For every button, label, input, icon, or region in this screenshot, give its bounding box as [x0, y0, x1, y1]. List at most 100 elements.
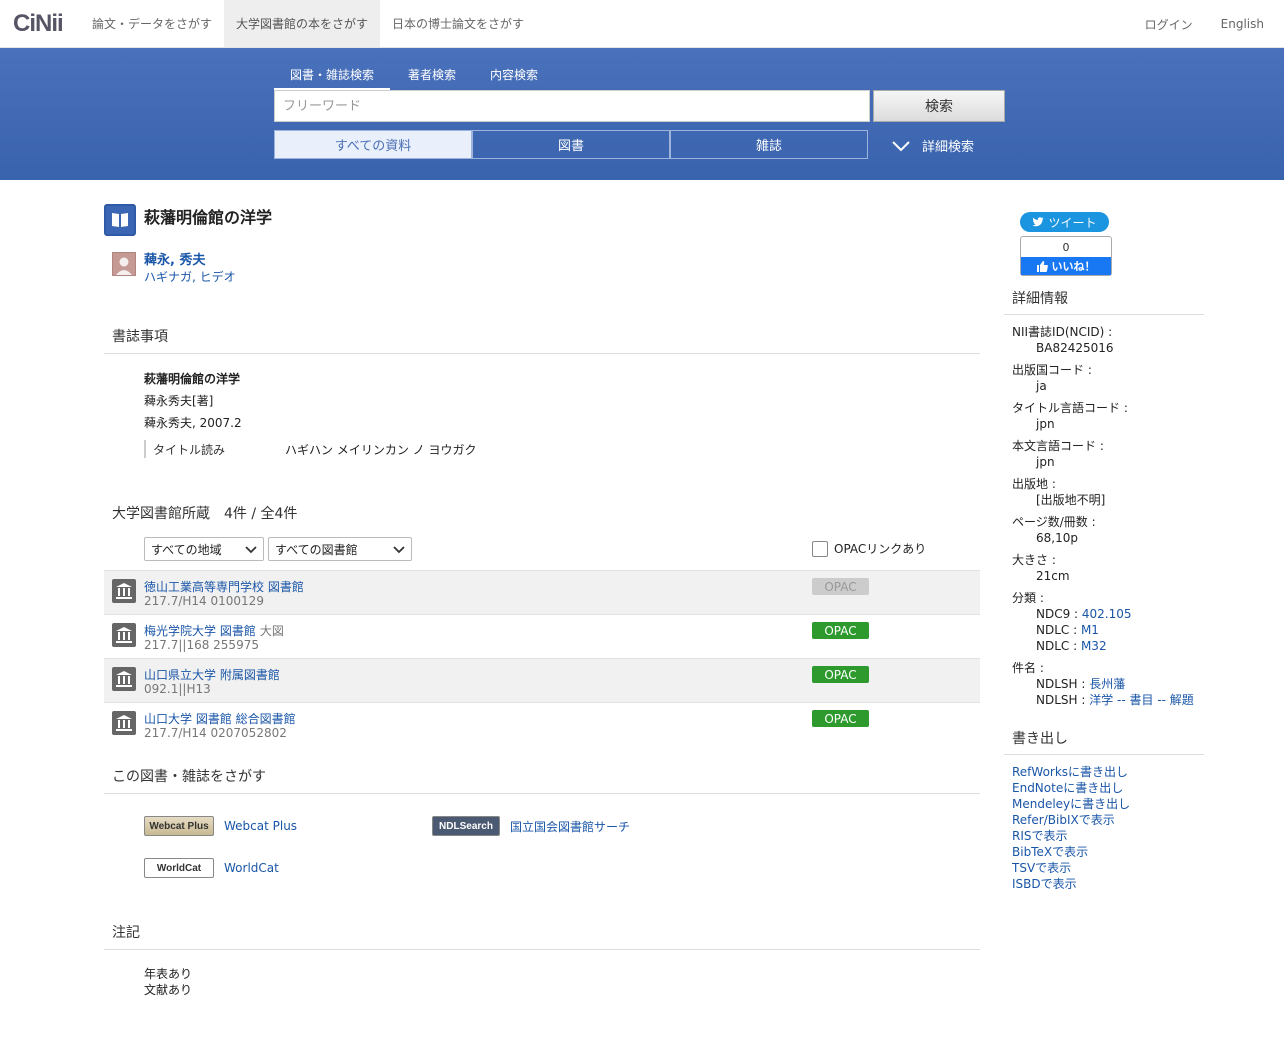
webcat-link[interactable]: Webcat Plus [224, 819, 297, 833]
login-link[interactable]: ログイン [1145, 16, 1193, 33]
title-reading: タイトル読み ハギハン メイリンカン ノ ヨウガク [144, 440, 476, 458]
tab-content-search[interactable]: 内容検索 [474, 64, 554, 91]
biblio-responsibility: 薭永秀夫[著] [144, 394, 214, 408]
search-input[interactable] [274, 90, 870, 122]
subject-term-link[interactable]: 洋学 -- 書目 -- 解題 [1089, 693, 1194, 707]
nav-tab-books[interactable]: 大学図書館の本をさがす [224, 0, 381, 47]
detail-label: ページ数/冊数 : [1012, 515, 1096, 529]
classification-code-link[interactable]: M1 [1081, 623, 1099, 637]
detail-value: jpn [1036, 417, 1055, 431]
detail-label: 出版国コード : [1012, 363, 1092, 377]
biblio-title: 萩藩明倫館の洋学 [144, 372, 241, 386]
library-name-link[interactable]: 徳山工業高等専門学校 図書館 [144, 580, 304, 594]
findit-heading: この図書・雑誌をさがす [104, 766, 980, 794]
export-heading: 書き出し [1004, 728, 1204, 755]
facebook-like-box[interactable]: 0 いいね！ [1020, 236, 1112, 276]
call-number: 217.7/H14 0207052802 [144, 726, 287, 740]
opac-filter[interactable]: OPACリンクあり [812, 540, 926, 557]
detail-label: NII書誌ID(NCID) : [1012, 325, 1113, 339]
library-branch: 大図 [259, 624, 284, 638]
library-icon [112, 711, 136, 735]
notes: 年表あり 文献あり [144, 966, 192, 998]
nav-tab-dissertations[interactable]: 日本の博士論文をさがす [380, 0, 536, 47]
library-name-link[interactable]: 梅光学院大学 図書館 [144, 624, 256, 638]
opac-button: OPAC [812, 578, 869, 595]
detail-value: ja [1036, 379, 1047, 393]
classification-code-link[interactable]: 402.105 [1082, 607, 1132, 621]
export-link[interactable]: RefWorksに書き出し [1012, 764, 1130, 780]
search-band: 図書・雑誌検索 著者検索 内容検索 検索 すべての資料 図書 雑誌 詳細検索 [0, 48, 1284, 180]
library-name-link[interactable]: 山口県立大学 附属図書館 [144, 668, 280, 682]
author: 薭永, 秀夫 ハギナガ, ヒデオ [112, 252, 236, 285]
nav-tab-articles[interactable]: 論文・データをさがす [80, 0, 224, 47]
call-number: 217.7/H14 0100129 [144, 594, 264, 608]
advanced-search-label: 詳細検索 [922, 140, 975, 155]
export-links: RefWorksに書き出し EndNoteに書き出し Mendeleyに書き出し Re… [1012, 764, 1130, 892]
like-button[interactable]: いいね！ [1021, 257, 1111, 275]
details-list: NII書誌ID(NCID) : BA82425016 出版国コード : ja タイトル言… [1012, 324, 1194, 714]
classification-scheme: NDLC : [1036, 623, 1081, 637]
library-icon [112, 667, 136, 691]
note-line: 年表あり [144, 967, 193, 981]
export-link[interactable]: BibTeXで表示 [1012, 844, 1130, 860]
search-button[interactable]: 検索 [873, 90, 1005, 122]
export-link[interactable]: EndNoteに書き出し [1012, 780, 1130, 796]
ndl-logo: NDLSearch [432, 816, 500, 836]
tab-author-search[interactable]: 著者検索 [392, 64, 472, 91]
holding-row: 山口県立大学 附属図書館 092.1||H13 OPAC [104, 658, 980, 702]
detail-value: 68,10p [1036, 531, 1078, 545]
chevron-down-icon [393, 546, 405, 554]
advanced-search-toggle[interactable]: 詳細検索 [892, 136, 974, 155]
thumbs-up-icon [1036, 260, 1048, 272]
notes-heading: 注記 [104, 922, 980, 950]
search-tabs: 図書・雑誌検索 著者検索 内容検索 [274, 64, 556, 91]
library-name-link[interactable]: 山口大学 図書館 総合図書館 [144, 712, 296, 726]
webcat-logo: Webcat Plus [144, 816, 214, 836]
person-icon [112, 252, 136, 276]
worldcat-link[interactable]: WorldCat [224, 861, 279, 875]
holdings-heading: 大学図書館所蔵 4件 / 全4件 [112, 506, 298, 522]
detail-label: タイトル言語コード : [1012, 401, 1128, 415]
library-icon [112, 623, 136, 647]
filter-journals[interactable]: 雑誌 [670, 130, 868, 159]
tweet-button[interactable]: ツイート [1020, 212, 1109, 232]
export-link[interactable]: TSVで表示 [1012, 860, 1130, 876]
detail-label: 本文言語コード : [1012, 439, 1104, 453]
detail-label: 大きさ : [1012, 553, 1056, 567]
biblio-heading: 書誌事項 [104, 326, 980, 354]
export-link[interactable]: ISBDで表示 [1012, 876, 1130, 892]
worldcat-logo: WorldCat [144, 858, 214, 878]
library-select[interactable]: すべての図書館 [268, 537, 412, 561]
top-nav: CiNii 論文・データをさがす 大学図書館の本をさがす 日本の博士論文をさがす… [0, 0, 1284, 48]
filter-books[interactable]: 図書 [472, 130, 670, 159]
filter-all[interactable]: すべての資料 [274, 130, 472, 159]
worldcat-link-item[interactable]: WorldCat WorldCat [144, 858, 279, 878]
tab-book-journal-search[interactable]: 図書・雑誌検索 [274, 64, 391, 91]
holding-row: 梅光学院大学 図書館 大図 217.7||168 255975 OPAC [104, 614, 980, 658]
export-link[interactable]: Refer/BibIXで表示 [1012, 812, 1130, 828]
english-link[interactable]: English [1221, 17, 1264, 31]
like-count: 0 [1062, 240, 1070, 254]
ndl-link[interactable]: 国立国会図書館サーチ [510, 818, 630, 835]
classification-scheme: NDLC : [1036, 639, 1081, 653]
opac-checkbox-label: OPACリンクあり [834, 542, 927, 556]
author-kana-link[interactable]: ハギナガ, ヒデオ [144, 269, 236, 285]
export-link[interactable]: RISで表示 [1012, 828, 1130, 844]
holdings-list: 徳山工業高等専門学校 図書館 217.7/H14 0100129 OPAC 梅光学院大… [104, 570, 980, 746]
classification-code-link[interactable]: M32 [1081, 639, 1107, 653]
opac-button[interactable]: OPAC [812, 710, 869, 727]
subject-scheme: NDLSH : [1036, 693, 1090, 707]
holding-row: 山口大学 図書館 総合図書館 217.7/H14 0207052802 OPAC [104, 702, 980, 746]
ndl-link-item[interactable]: NDLSearch 国立国会図書館サーチ [432, 816, 630, 836]
webcat-link-item[interactable]: Webcat Plus Webcat Plus [144, 816, 297, 836]
opac-button[interactable]: OPAC [812, 666, 869, 683]
subject-term-link[interactable]: 長州藩 [1089, 677, 1125, 691]
classification-scheme: NDC9 : [1036, 607, 1082, 621]
export-link[interactable]: Mendeleyに書き出し [1012, 796, 1130, 812]
opac-button[interactable]: OPAC [812, 622, 869, 639]
region-select[interactable]: すべての地域 [144, 537, 264, 561]
opac-checkbox[interactable] [812, 540, 828, 557]
cinii-logo[interactable]: CiNii [0, 0, 80, 47]
author-name-link[interactable]: 薭永, 秀夫 [144, 252, 236, 269]
biblio-details: 萩藩明倫館の洋学 薭永秀夫[著] 薭永秀夫, 2007.2 [144, 368, 242, 434]
